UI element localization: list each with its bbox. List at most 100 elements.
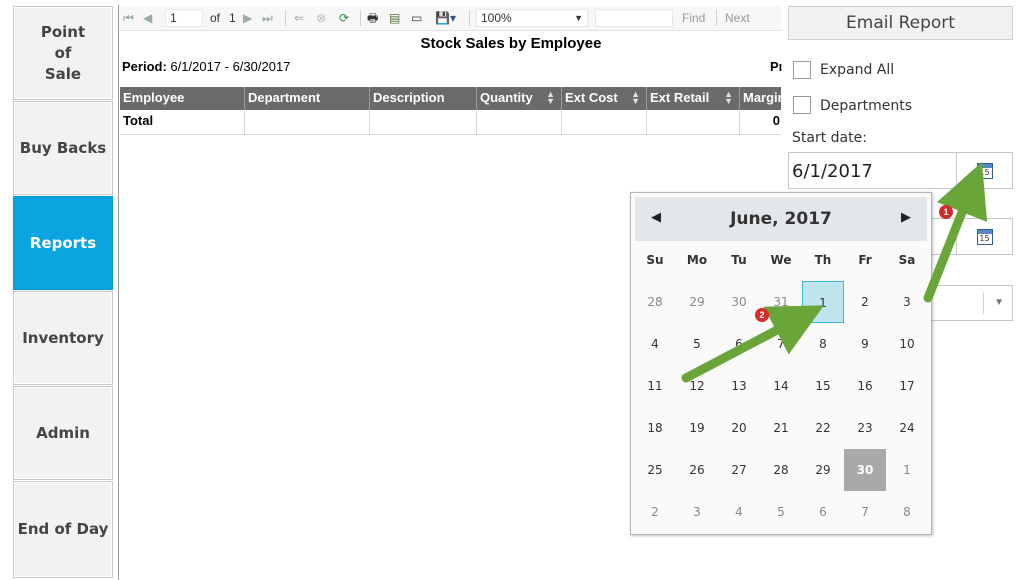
calendar-day[interactable]: 30	[718, 281, 760, 323]
calendar-day[interactable]: 4	[634, 323, 676, 365]
column-quantity[interactable]: Quantity ▲ ▼	[477, 87, 562, 110]
calendar-day[interactable]: 17	[886, 365, 928, 407]
next-page-icon[interactable]: ▶	[243, 10, 252, 26]
column-department[interactable]: Department	[245, 87, 370, 110]
table-row: Total 0	[120, 110, 781, 135]
column-label: Margin	[743, 90, 781, 105]
calendar-day[interactable]: 19	[676, 407, 718, 449]
column-description[interactable]: Description	[370, 87, 477, 110]
expand-all-checkbox[interactable]	[793, 61, 811, 79]
email-report-button[interactable]: Email Report	[788, 6, 1013, 40]
nav-end-of-day[interactable]: End of Day	[13, 481, 113, 578]
calendar-day[interactable]: 28	[634, 281, 676, 323]
export-icon[interactable]: 💾▾	[435, 10, 456, 26]
next-button[interactable]: Next	[725, 10, 750, 26]
report-toolbar: ⏮ ◀ 1 of 1 ▶ ⏭ ⇐ ⊗ ⟳ 🖶 ▤ ▭ 💾▾ 100% ▼ Find…	[119, 6, 781, 31]
calendar-day[interactable]: 6	[718, 323, 760, 365]
calendar-day[interactable]: 29	[676, 281, 718, 323]
nav-admin[interactable]: Admin	[13, 386, 113, 480]
find-button[interactable]: Find	[682, 10, 705, 26]
column-margin[interactable]: Margin	[740, 87, 781, 110]
calendar-header: ◀ June, 2017 ▶	[635, 197, 927, 241]
dropdown-select[interactable]: ▼	[925, 285, 1013, 321]
prev-page-icon[interactable]: ◀	[143, 10, 152, 26]
calendar-day[interactable]: 12	[676, 365, 718, 407]
start-date-calendar-button[interactable]: 15	[956, 152, 1013, 189]
calendar-day[interactable]: 7	[760, 323, 802, 365]
zoom-value: 100%	[481, 11, 512, 25]
page-number-input[interactable]: 1	[165, 9, 203, 27]
total-label: Total	[120, 110, 245, 134]
last-page-icon[interactable]: ⏭	[262, 10, 273, 26]
departments-checkbox[interactable]	[793, 96, 811, 114]
print-icon[interactable]: 🖶	[367, 10, 378, 26]
print-layout-icon[interactable]: ▤	[389, 10, 400, 26]
calendar-day[interactable]: 10	[886, 323, 928, 365]
of-label: of	[210, 11, 221, 25]
calendar-day[interactable]: 24	[886, 407, 928, 449]
find-input[interactable]	[595, 9, 673, 27]
sort-icon[interactable]: ▲ ▼	[724, 90, 733, 106]
stop-icon[interactable]: ⊗	[316, 10, 326, 26]
calendar-day[interactable]: 27	[718, 449, 760, 491]
toolbar-divider	[469, 10, 470, 26]
calendar-day[interactable]: 28	[760, 449, 802, 491]
total-pages: 1	[229, 11, 236, 25]
calendar-day[interactable]: 2	[634, 491, 676, 533]
calendar-day[interactable]: 4	[718, 491, 760, 533]
back-icon[interactable]: ⇐	[294, 10, 304, 26]
nav-buy-backs[interactable]: Buy Backs	[13, 101, 113, 195]
calendar-day[interactable]: 3	[676, 491, 718, 533]
sort-icon[interactable]: ▲ ▼	[546, 90, 555, 106]
calendar-day[interactable]: 7	[844, 491, 886, 533]
calendar-day[interactable]: 25	[634, 449, 676, 491]
weekday-label: Tu	[731, 253, 747, 267]
calendar-day[interactable]: 14	[760, 365, 802, 407]
nav-buy-backs-label: Buy Backs	[19, 138, 107, 157]
next-month-icon[interactable]: ▶	[901, 209, 911, 225]
table-cell	[647, 110, 740, 134]
period-value: 6/1/2017 - 6/30/2017	[170, 59, 291, 74]
calendar-day[interactable]: 6	[802, 491, 844, 533]
column-employee[interactable]: Employee	[120, 87, 245, 110]
calendar-day[interactable]: 16	[844, 365, 886, 407]
start-date-input[interactable]: 6/1/2017	[788, 152, 957, 189]
calendar-day[interactable]: 23	[844, 407, 886, 449]
end-date-calendar-button[interactable]: 15	[956, 218, 1013, 255]
column-label: Quantity	[480, 90, 533, 105]
nav-reports[interactable]: Reports	[13, 196, 113, 290]
nav-inventory[interactable]: Inventory	[13, 291, 113, 385]
table-header: Employee Department Description Quantity…	[120, 87, 781, 110]
calendar-day[interactable]: 20	[718, 407, 760, 449]
refresh-icon[interactable]: ⟳	[339, 10, 349, 26]
calendar-day[interactable]: 8	[802, 323, 844, 365]
email-report-label: Email Report	[846, 13, 955, 33]
calendar-day[interactable]: 15	[802, 365, 844, 407]
calendar-day[interactable]: 11	[634, 365, 676, 407]
sort-icon[interactable]: ▲ ▼	[631, 90, 640, 106]
calendar-day[interactable]: 1	[802, 281, 844, 323]
calendar-day[interactable]: 2	[844, 281, 886, 323]
column-ext-cost[interactable]: Ext Cost ▲ ▼	[562, 87, 647, 110]
calendar-day[interactable]: 9	[844, 323, 886, 365]
page-setup-icon[interactable]: ▭	[411, 10, 422, 26]
first-page-icon[interactable]: ⏮	[123, 10, 134, 26]
period-row: Period: 6/1/2017 - 6/30/2017	[122, 59, 290, 74]
calendar-day[interactable]: 3	[886, 281, 928, 323]
calendar-day[interactable]: 26	[676, 449, 718, 491]
calendar-month-title[interactable]: June, 2017	[635, 209, 927, 229]
nav-point-of-sale[interactable]: Point of Sale	[13, 6, 113, 100]
calendar-day[interactable]: 30	[844, 449, 886, 491]
calendar-day[interactable]: 29	[802, 449, 844, 491]
calendar-day[interactable]: 18	[634, 407, 676, 449]
start-date-value: 6/1/2017	[792, 161, 873, 182]
calendar-day[interactable]: 22	[802, 407, 844, 449]
calendar-day[interactable]: 5	[760, 491, 802, 533]
calendar-day[interactable]: 21	[760, 407, 802, 449]
calendar-day[interactable]: 13	[718, 365, 760, 407]
zoom-select[interactable]: 100% ▼	[476, 9, 588, 27]
column-ext-retail[interactable]: Ext Retail ▲ ▼	[647, 87, 740, 110]
calendar-day[interactable]: 1	[886, 449, 928, 491]
calendar-day[interactable]: 8	[886, 491, 928, 533]
calendar-day[interactable]: 5	[676, 323, 718, 365]
